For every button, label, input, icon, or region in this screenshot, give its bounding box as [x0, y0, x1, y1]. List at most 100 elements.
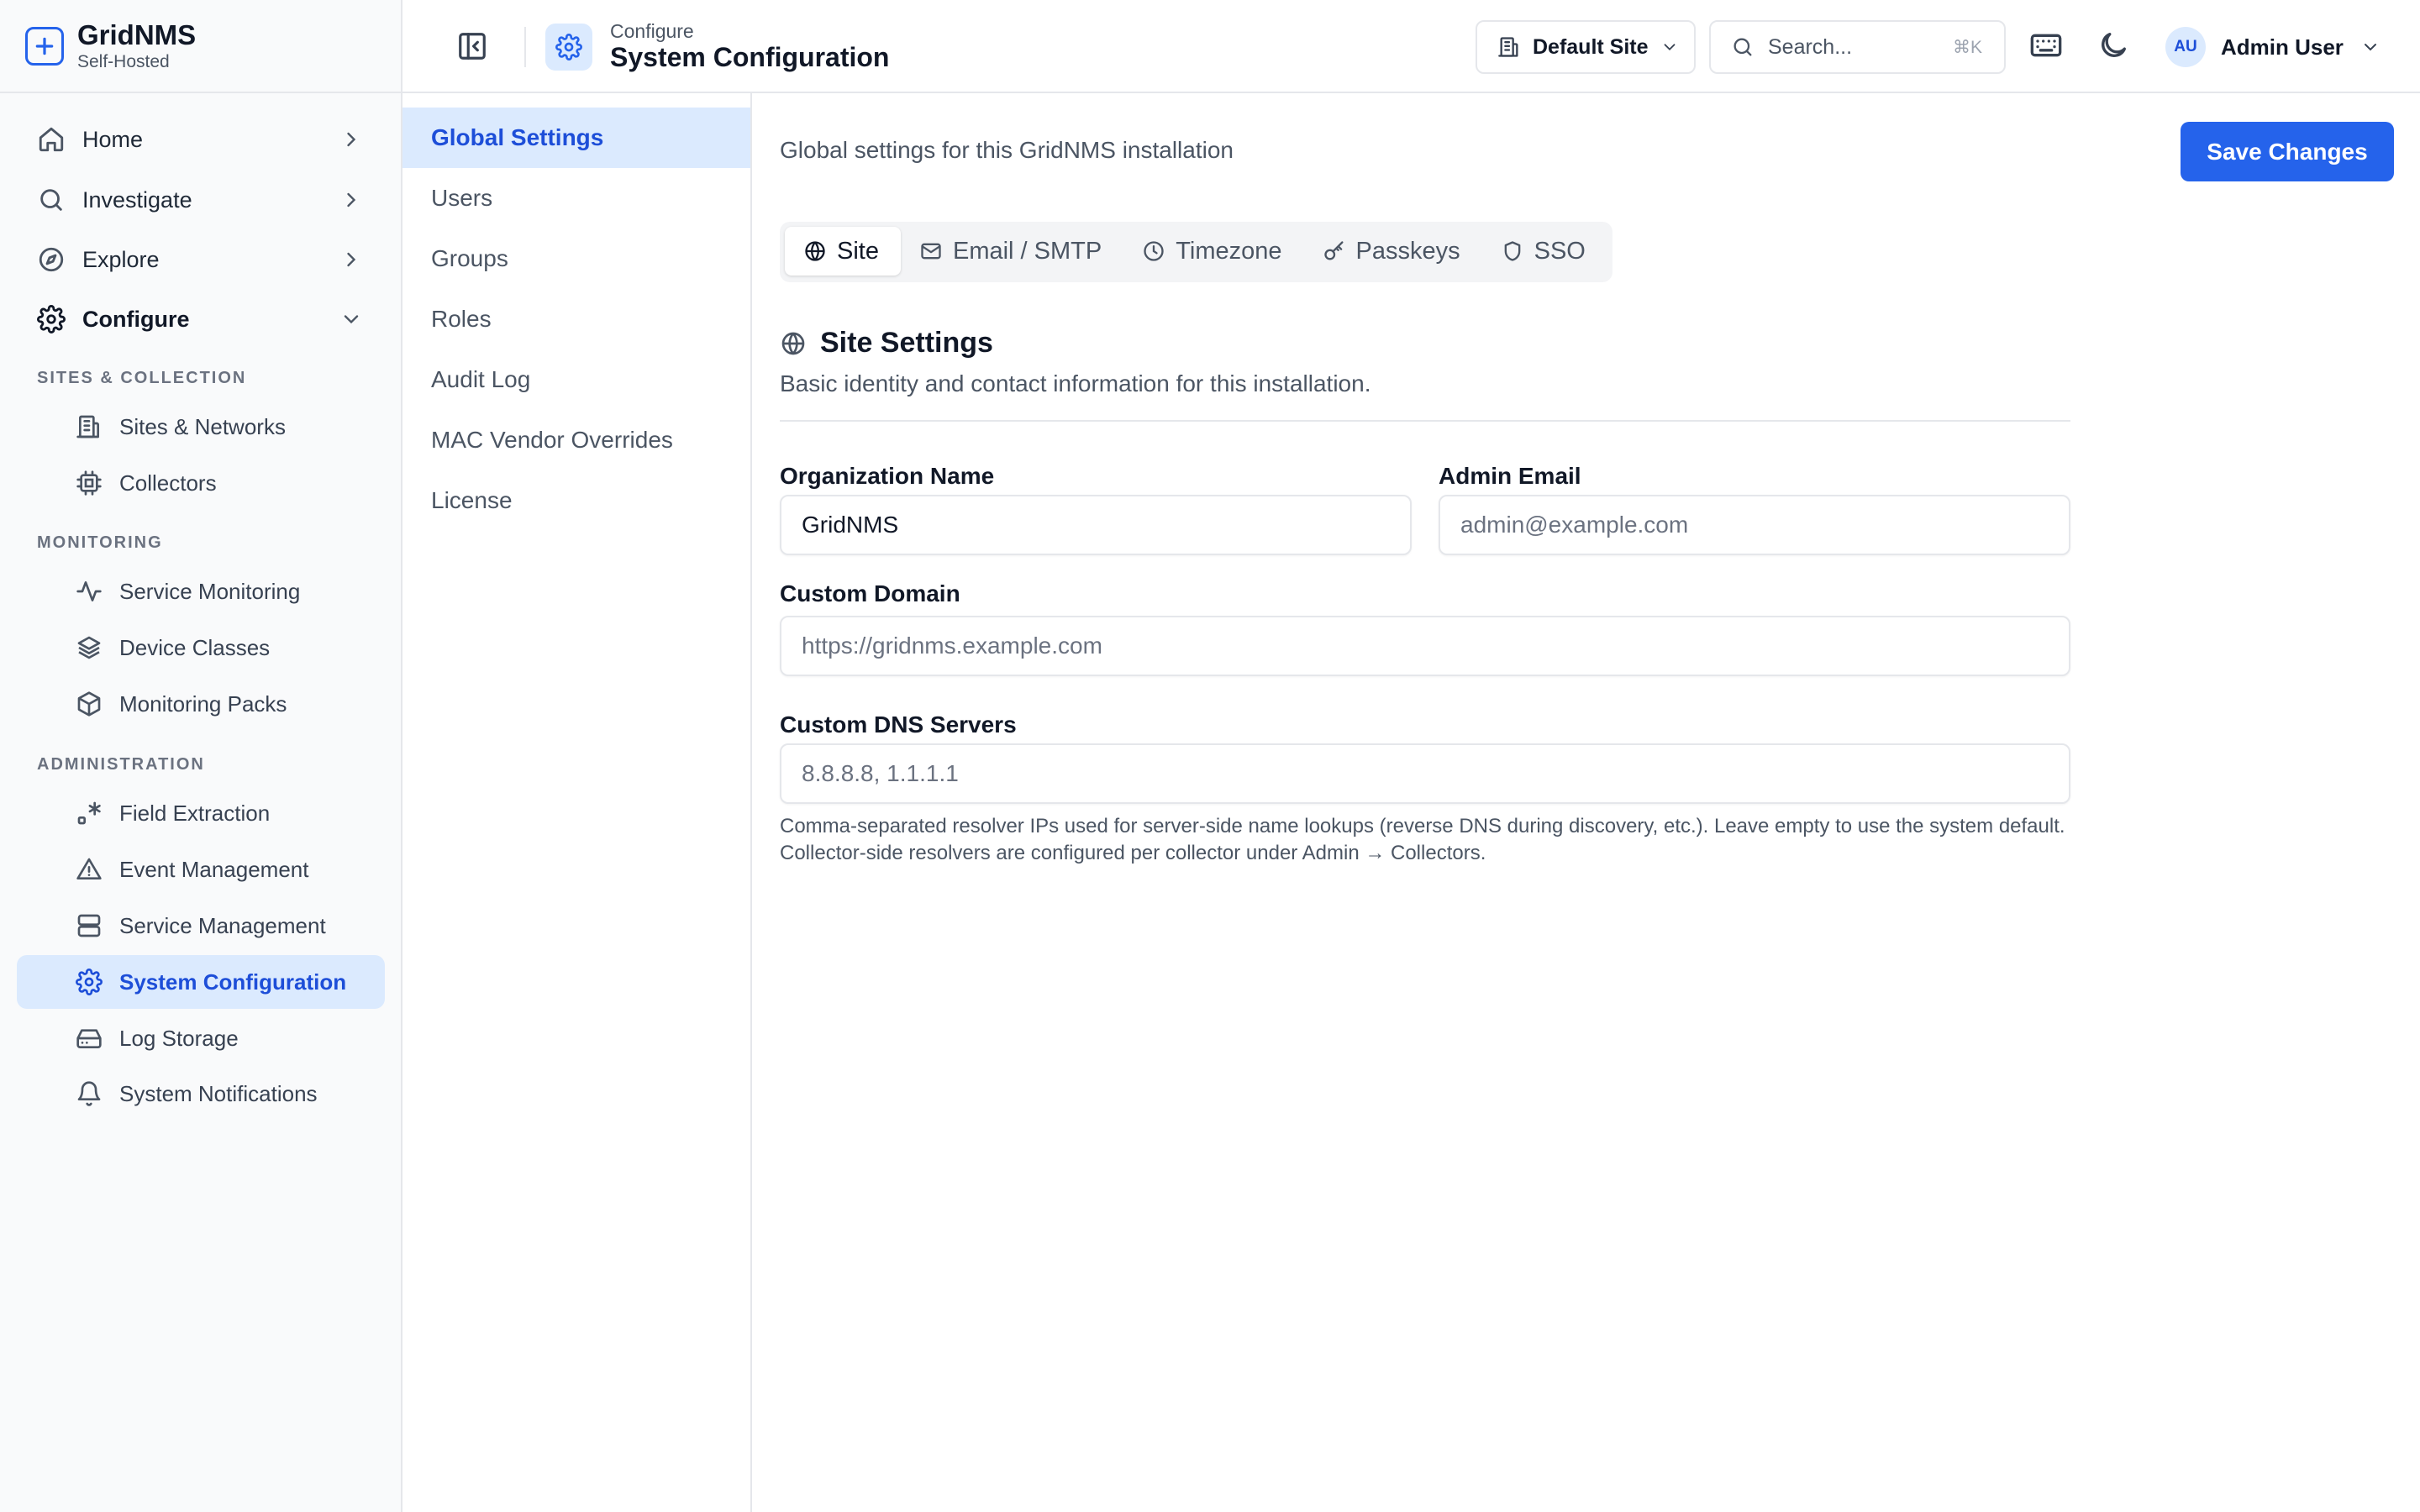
keyboard-icon[interactable] [2029, 29, 2063, 62]
search-shortcut: ⌘K [1952, 38, 1982, 57]
gear-icon [76, 969, 103, 995]
sidebar-item-configure[interactable]: Configure [17, 292, 385, 346]
tab-passkeys[interactable]: Passkeys [1304, 227, 1482, 276]
activity-icon [76, 578, 103, 605]
global-search[interactable]: ⌘K [1709, 20, 2006, 74]
tab-label: Passkeys [1355, 237, 1460, 265]
sidebar-item-label: Home [82, 126, 144, 152]
subnav-item-audit-log[interactable]: Audit Log [402, 349, 750, 410]
tab-site[interactable]: Site [785, 227, 901, 276]
layers-icon [76, 634, 103, 661]
warning-icon [76, 856, 103, 883]
sidebar-item-monitoring-packs[interactable]: Monitoring Packs [17, 677, 385, 731]
bell-icon [76, 1080, 103, 1107]
tab-label: Timezone [1176, 237, 1282, 265]
user-name: Admin User [2221, 34, 2344, 60]
sidebar-item-home[interactable]: Home [17, 113, 385, 166]
building-icon [1497, 35, 1521, 59]
section-header: Site Settings [780, 327, 993, 360]
mail-icon [919, 239, 943, 263]
sidebar-item-label: Device Classes [119, 634, 271, 660]
sidebar-item-log-storage[interactable]: Log Storage [17, 1011, 385, 1065]
search-icon [1731, 35, 1754, 59]
compass-icon [37, 245, 66, 274]
sidebar-item-investigate[interactable]: Investigate [17, 173, 385, 227]
sidebar-item-explore[interactable]: Explore [17, 233, 385, 286]
avatar: AU [2165, 27, 2206, 67]
sidebar-item-label: Explore [82, 246, 160, 272]
admin-email-field[interactable] [1439, 495, 2070, 555]
brand[interactable]: GridNMS Self-Hosted [0, 0, 401, 93]
sidebar-item-label: System Configuration [119, 969, 347, 995]
subnav-item-mac-vendor-overrides[interactable]: MAC Vendor Overrides [402, 410, 750, 470]
chevron-right-icon [339, 188, 363, 212]
sidebar-item-event-management[interactable]: Event Management [17, 843, 385, 896]
globe-icon [780, 330, 807, 357]
header-divider [524, 27, 526, 67]
sidebar-item-label: Monitoring Packs [119, 690, 287, 717]
breadcrumb[interactable]: Configure [610, 20, 694, 43]
sidebar-item-label: Investigate [82, 186, 192, 213]
hard-drive-icon [76, 1025, 103, 1052]
org-name-label: Organization Name [780, 463, 995, 489]
site-selector-label: Default Site [1533, 34, 1649, 59]
building-icon [76, 413, 103, 440]
settings-subnav: Global Settings Users Groups Roles Audit… [402, 93, 752, 1512]
dns-servers-label: Custom DNS Servers [780, 711, 1017, 738]
sidebar-item-sites-networks[interactable]: Sites & Networks [17, 400, 385, 454]
tab-email-smtp[interactable]: Email / SMTP [901, 227, 1123, 276]
sidebar-item-label: Service Monitoring [119, 578, 301, 604]
page-description: Global settings for this GridNMS install… [780, 137, 1234, 163]
sidebar-item-system-notifications[interactable]: System Notifications [17, 1067, 385, 1121]
server-icon [76, 912, 103, 939]
subnav-item-roles[interactable]: Roles [402, 289, 750, 349]
section-description: Basic identity and contact information f… [780, 370, 1371, 396]
key-icon [1323, 239, 1346, 263]
tab-timezone[interactable]: Timezone [1123, 227, 1303, 276]
sidebar-item-label: Collectors [119, 470, 217, 496]
subnav-item-license[interactable]: License [402, 470, 750, 531]
section-divider [780, 420, 2070, 422]
tab-sso[interactable]: SSO [1482, 227, 1607, 276]
chevron-right-icon [339, 128, 363, 151]
sidebar-toggle-icon[interactable] [456, 30, 488, 62]
chevron-down-icon [2360, 37, 2381, 57]
search-icon [37, 186, 66, 214]
sidebar-item-collectors[interactable]: Collectors [17, 456, 385, 510]
clock-icon [1142, 239, 1165, 263]
sidebar-item-label: Log Storage [119, 1025, 239, 1051]
sidebar-section-title: MONITORING [37, 533, 163, 552]
package-icon [76, 690, 103, 717]
sidebar-item-service-monitoring[interactable]: Service Monitoring [17, 564, 385, 618]
custom-domain-field[interactable] [780, 616, 2070, 676]
sidebar-item-service-management[interactable]: Service Management [17, 899, 385, 953]
moon-icon[interactable] [2096, 29, 2130, 62]
sidebar-section-title: ADMINISTRATION [37, 755, 205, 774]
gear-icon [37, 305, 66, 333]
page-title: System Configuration [610, 42, 890, 72]
org-name-field[interactable] [780, 495, 1412, 555]
sidebar-item-field-extraction[interactable]: Field Extraction [17, 786, 385, 840]
chevron-down-icon [339, 307, 363, 331]
home-icon [37, 125, 66, 154]
search-input[interactable] [1768, 34, 1953, 60]
sidebar-item-label: Field Extraction [119, 800, 271, 826]
subnav-item-groups[interactable]: Groups [402, 228, 750, 289]
sidebar-item-label: Event Management [119, 856, 309, 882]
site-selector[interactable]: Default Site [1476, 20, 1696, 74]
admin-email-label: Admin Email [1439, 463, 1581, 489]
tab-label: SSO [1534, 237, 1586, 265]
main-content: Global settings for this GridNMS install… [752, 93, 2420, 1512]
brand-name: GridNMS [77, 18, 197, 50]
subnav-item-global-settings[interactable]: Global Settings [402, 108, 750, 168]
sidebar-item-device-classes[interactable]: Device Classes [17, 621, 385, 675]
dns-servers-help: Comma-separated resolver IPs used for se… [780, 815, 2065, 864]
sidebar-item-system-configuration[interactable]: System Configuration [17, 955, 385, 1009]
globe-icon [803, 239, 827, 263]
save-changes-button[interactable]: Save Changes [2181, 122, 2394, 181]
sidebar-item-label: Sites & Networks [119, 413, 286, 439]
dns-servers-field[interactable] [780, 743, 2070, 804]
user-menu[interactable]: AU Admin User [2165, 24, 2381, 71]
subnav-item-users[interactable]: Users [402, 168, 750, 228]
brand-subtitle: Self-Hosted [77, 51, 170, 71]
